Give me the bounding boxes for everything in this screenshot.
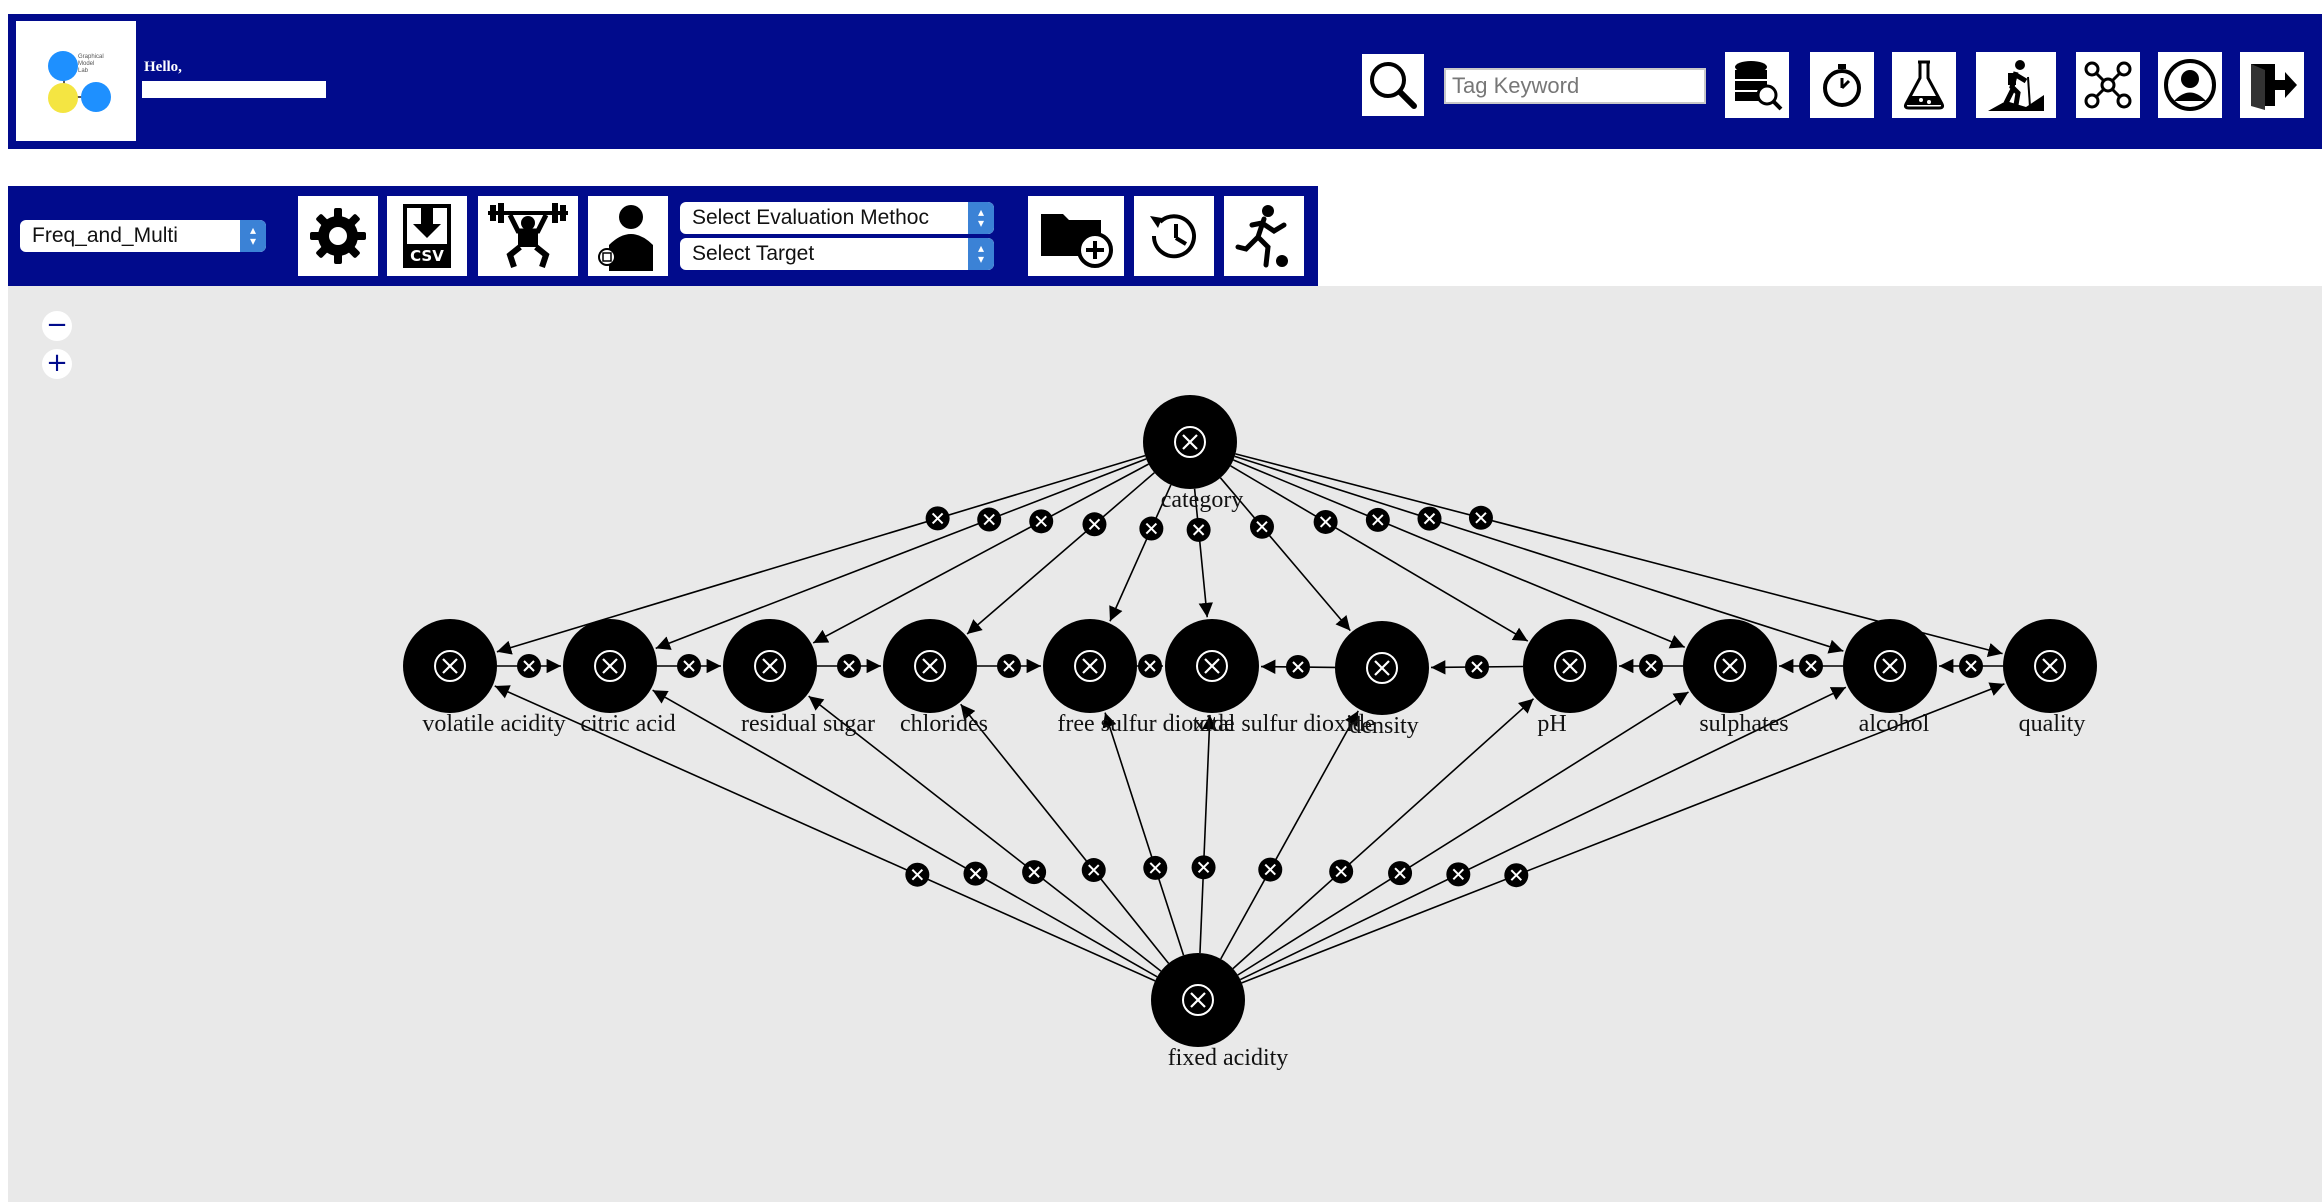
edge-delete-icon[interactable] — [1388, 861, 1413, 886]
graph-node[interactable]: fixed acidity — [1151, 953, 1288, 1071]
graph-node[interactable]: chlorides — [883, 619, 988, 737]
edge-delete-icon[interactable] — [963, 861, 988, 886]
edge-delete-icon[interactable] — [1186, 517, 1211, 542]
causal-graph: category volatile acidity citric acid resid… — [403, 395, 2097, 1071]
node-label: total sulfur dioxide — [1193, 711, 1376, 737]
graph-edge[interactable] — [1230, 465, 1529, 642]
graph-node[interactable]: residual sugar — [723, 619, 875, 737]
edge-delete-icon[interactable] — [1138, 654, 1162, 678]
edge-delete-icon[interactable] — [1504, 863, 1529, 888]
node-label: category — [1161, 487, 1244, 513]
graph-node[interactable]: volatile acidity — [403, 619, 566, 737]
edge-delete-icon[interactable] — [1329, 859, 1354, 884]
edge-delete-icon[interactable] — [1313, 509, 1338, 534]
edge-delete-icon[interactable] — [1417, 506, 1442, 531]
edge-delete-icon[interactable] — [977, 507, 1002, 532]
edge-delete-icon[interactable] — [1081, 858, 1106, 883]
graph-edge[interactable] — [1137, 654, 1163, 678]
edge-delete-icon[interactable] — [1249, 514, 1274, 539]
node-label: sulphates — [1699, 711, 1788, 737]
graph-node[interactable]: alcohol — [1843, 619, 1937, 737]
node-label: residual sugar — [741, 711, 875, 737]
edge-delete-icon[interactable] — [1446, 862, 1471, 887]
graph-edge[interactable] — [1779, 654, 1843, 678]
edge-delete-icon[interactable] — [1365, 507, 1390, 532]
edge-delete-icon[interactable] — [1022, 860, 1047, 885]
edge-delete-icon[interactable] — [1285, 655, 1310, 680]
edge-delete-icon[interactable] — [1639, 654, 1663, 678]
graph-edge[interactable] — [808, 695, 1162, 972]
node-label: chlorides — [900, 711, 988, 737]
node-label: quality — [2019, 711, 2086, 737]
graph-edge[interactable] — [1220, 710, 1359, 960]
edge-delete-icon[interactable] — [1191, 855, 1216, 880]
edge-delete-icon[interactable] — [1143, 855, 1168, 880]
node-label: alcohol — [1859, 711, 1930, 737]
edge-delete-icon[interactable] — [1139, 516, 1164, 541]
graph-edge[interactable] — [1430, 654, 1524, 679]
node-label: pH — [1537, 711, 1566, 737]
edge-delete-icon[interactable] — [1465, 654, 1489, 679]
edge-delete-icon[interactable] — [1799, 654, 1823, 678]
edge-delete-icon[interactable] — [925, 506, 950, 531]
edge-delete-icon[interactable] — [1959, 654, 1983, 678]
edge-delete-icon[interactable] — [837, 654, 861, 678]
graph-node[interactable]: density — [1335, 621, 1429, 739]
graph-node[interactable]: category — [1143, 395, 1243, 513]
node-label: fixed acidity — [1168, 1045, 1289, 1071]
graph-edge[interactable] — [966, 472, 1155, 635]
graph-edge[interactable] — [1191, 714, 1217, 954]
graph-edge[interactable] — [1234, 455, 1844, 654]
graph-node[interactable]: pH — [1523, 619, 1617, 737]
graph-edge[interactable] — [655, 458, 1147, 650]
edge-delete-icon[interactable] — [517, 654, 541, 678]
edge-delete-icon[interactable] — [1082, 512, 1107, 537]
edge-delete-icon[interactable] — [677, 654, 701, 678]
graph-node[interactable]: quality — [2003, 619, 2097, 737]
graph-edge[interactable] — [1102, 712, 1185, 956]
graph-edge[interactable] — [1939, 654, 2003, 678]
graph-edge[interactable] — [1619, 654, 1683, 678]
graph-edge[interactable] — [977, 654, 1041, 678]
graph-node[interactable]: citric acid — [563, 619, 676, 737]
graph-edge[interactable] — [657, 654, 721, 678]
node-label: density — [1349, 713, 1418, 739]
edge-delete-icon[interactable] — [1258, 857, 1283, 882]
edge-delete-icon[interactable] — [997, 654, 1021, 678]
node-label: volatile acidity — [422, 711, 565, 737]
graph-edge[interactable] — [1260, 655, 1336, 680]
edge-delete-icon[interactable] — [1029, 509, 1054, 534]
graph-node[interactable]: sulphates — [1683, 619, 1789, 737]
edge-delete-icon[interactable] — [905, 862, 930, 887]
node-label: citric acid — [580, 711, 675, 737]
edge-delete-icon[interactable] — [1468, 505, 1493, 530]
graph-edge[interactable] — [812, 463, 1149, 644]
graph-edge[interactable] — [497, 654, 561, 678]
graph-edge[interactable] — [817, 654, 881, 678]
